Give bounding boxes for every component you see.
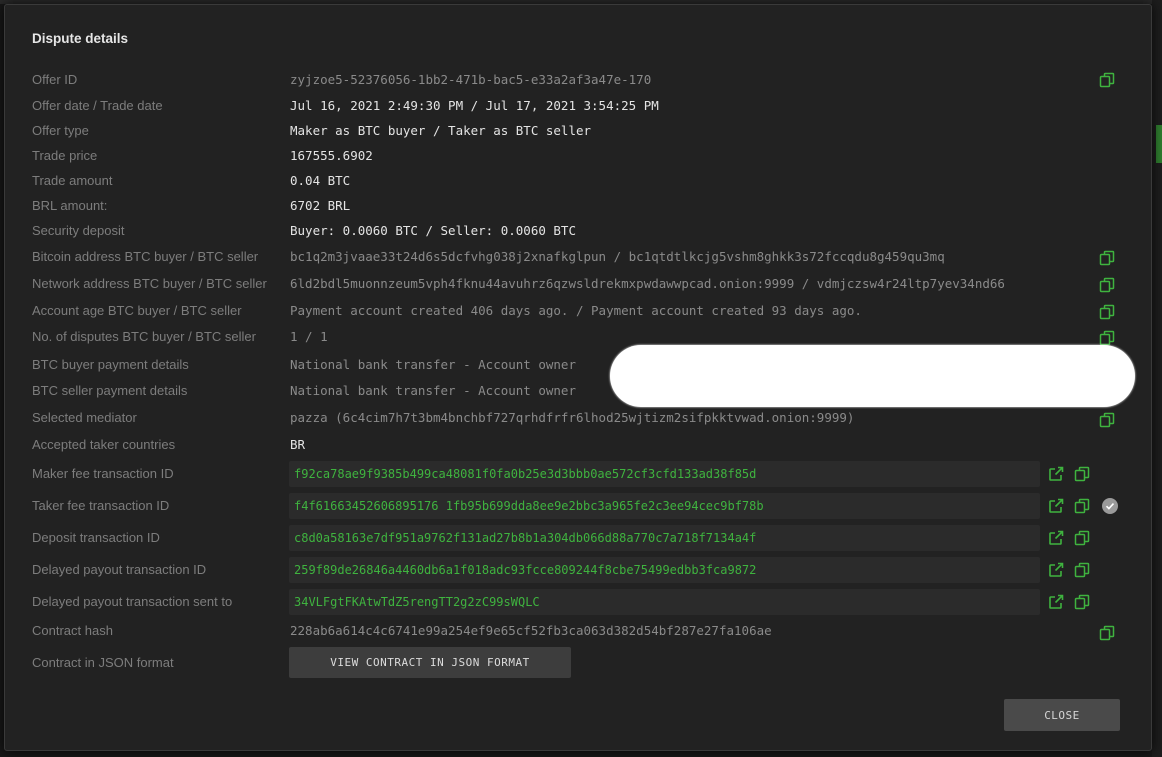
dispute-details-dialog: Dispute details Offer ID zyjzoe5-5237605…	[4, 4, 1152, 751]
value-offer-id: zyjzoe5-52376056-1bb2-471b-bac5-e33a2af3…	[290, 72, 652, 87]
label-seller-payment-details: BTC seller payment details	[32, 383, 188, 398]
copy-icon[interactable]	[1074, 562, 1090, 578]
copy-icon[interactable]	[1074, 530, 1090, 546]
label-security-deposit: Security deposit	[32, 223, 125, 238]
label-account-age: Account age BTC buyer / BTC seller	[32, 303, 242, 318]
row-trade-amount: Trade amount 0.04 BTC	[5, 168, 1151, 194]
row-taker-fee-tx: Taker fee transaction ID f4f616634526068…	[5, 493, 1151, 519]
row-trade-price: Trade price 167555.6902	[5, 143, 1151, 169]
copy-icon[interactable]	[1099, 330, 1115, 346]
copy-icon[interactable]	[1074, 594, 1090, 610]
value-offer-trade-date: Jul 16, 2021 2:49:30 PM / Jul 17, 2021 3…	[290, 98, 659, 113]
value-accepted-taker-countries: BR	[290, 437, 306, 452]
background-green-accent	[1156, 125, 1162, 163]
value-trade-amount: 0.04 BTC	[290, 173, 351, 188]
external-link-icon[interactable]	[1048, 562, 1064, 578]
label-taker-fee-tx: Taker fee transaction ID	[32, 498, 170, 513]
label-contract-hash: Contract hash	[32, 623, 113, 638]
value-offer-type: Maker as BTC buyer / Taker as BTC seller	[290, 123, 592, 138]
value-trade-price: 167555.6902	[290, 148, 373, 163]
dialog-title: Dispute details	[32, 31, 129, 46]
copy-icon[interactable]	[1074, 498, 1090, 514]
external-link-icon[interactable]	[1048, 594, 1064, 610]
label-selected-mediator: Selected mediator	[32, 410, 137, 425]
row-contract-json: Contract in JSON format	[5, 650, 1151, 676]
maker-fee-tx-field[interactable]: f92ca78ae9f9385b499ca48081f0fa0b25e3d3bb…	[289, 461, 1040, 487]
row-bitcoin-address: Bitcoin address BTC buyer / BTC seller b…	[5, 244, 1151, 270]
row-delayed-payout-sent-to: Delayed payout transaction sent to 34VLF…	[5, 589, 1151, 615]
view-contract-json-button[interactable]: VIEW CONTRACT IN JSON FORMAT	[289, 647, 571, 678]
copy-icon[interactable]	[1099, 304, 1115, 320]
copy-icon[interactable]	[1099, 625, 1115, 641]
row-contract-hash: Contract hash 228ab6a614c4c6741e99a254ef…	[5, 618, 1151, 644]
label-offer-id: Offer ID	[32, 72, 78, 87]
label-offer-type: Offer type	[32, 123, 89, 138]
copy-icon[interactable]	[1099, 277, 1115, 293]
label-bitcoin-address: Bitcoin address BTC buyer / BTC seller	[32, 249, 259, 264]
external-link-icon[interactable]	[1048, 498, 1064, 514]
row-network-address: Network address BTC buyer / BTC seller 6…	[5, 271, 1151, 297]
row-account-age: Account age BTC buyer / BTC seller Payme…	[5, 298, 1151, 324]
deposit-tx-field[interactable]: c8d0a58163e7df951a9762f131ad27b8b1a304db…	[289, 525, 1040, 551]
confirmed-check-icon	[1102, 498, 1118, 514]
label-delayed-payout-sent-to: Delayed payout transaction sent to	[32, 594, 233, 609]
value-contract-hash: 228ab6a614c4c6741e99a254ef9e65cf52fb3ca0…	[290, 623, 772, 638]
label-delayed-payout-tx: Delayed payout transaction ID	[32, 562, 207, 577]
copy-icon[interactable]	[1099, 72, 1115, 88]
row-offer-trade-date: Offer date / Trade date Jul 16, 2021 2:4…	[5, 93, 1151, 119]
background-right	[1152, 0, 1162, 757]
label-brl-amount: BRL amount:	[32, 198, 108, 213]
deposit-tx-value: c8d0a58163e7df951a9762f131ad27b8b1a304db…	[294, 531, 757, 545]
label-accepted-taker-countries: Accepted taker countries	[32, 437, 176, 452]
value-security-deposit: Buyer: 0.0060 BTC / Seller: 0.0060 BTC	[290, 223, 576, 238]
row-security-deposit: Security deposit Buyer: 0.0060 BTC / Sel…	[5, 218, 1151, 244]
redaction-overlay	[610, 345, 1135, 407]
label-buyer-payment-details: BTC buyer payment details	[32, 357, 189, 372]
row-offer-id: Offer ID zyjzoe5-52376056-1bb2-471b-bac5…	[5, 67, 1151, 93]
taker-fee-tx-field[interactable]: f4f61663452606895176 1fb95b699dda8ee9e2b…	[289, 493, 1040, 519]
row-brl-amount: BRL amount: 6702 BRL	[5, 193, 1151, 219]
row-maker-fee-tx: Maker fee transaction ID f92ca78ae9f9385…	[5, 461, 1151, 487]
delayed-payout-sent-to-field[interactable]: 34VLFgtFKAtwTdZ5rengTT2g2zC99sWQLC	[289, 589, 1040, 615]
value-selected-mediator: pazza (6c4cim7h7t3bm4bnchbf727qrhdfrfr6l…	[290, 410, 855, 425]
value-network-address: 6ld2bdl5muonnzeum5vph4fknu44avuhrz6qzwsl…	[290, 276, 1005, 291]
label-trade-amount: Trade amount	[32, 173, 113, 188]
row-delayed-payout-tx: Delayed payout transaction ID 259f89de26…	[5, 557, 1151, 583]
value-number-of-disputes: 1 / 1	[290, 329, 328, 344]
taker-fee-tx-value: f4f61663452606895176 1fb95b699dda8ee9e2b…	[294, 499, 764, 513]
delayed-payout-tx-field[interactable]: 259f89de26846a4460db6a1f018adc93fcce8092…	[289, 557, 1040, 583]
value-buyer-payment-details: National bank transfer - Account owner	[290, 357, 576, 372]
value-seller-payment-details: National bank transfer - Account owner	[290, 383, 576, 398]
label-trade-price: Trade price	[32, 148, 98, 163]
delayed-payout-tx-value: 259f89de26846a4460db6a1f018adc93fcce8092…	[294, 563, 757, 577]
delayed-payout-sent-to-value: 34VLFgtFKAtwTdZ5rengTT2g2zC99sWQLC	[294, 595, 540, 609]
copy-icon[interactable]	[1074, 466, 1090, 482]
label-deposit-tx: Deposit transaction ID	[32, 530, 160, 545]
row-deposit-tx: Deposit transaction ID c8d0a58163e7df951…	[5, 525, 1151, 551]
maker-fee-tx-value: f92ca78ae9f9385b499ca48081f0fa0b25e3d3bb…	[294, 467, 757, 481]
row-accepted-taker-countries: Accepted taker countries BR	[5, 432, 1151, 458]
value-brl-amount: 6702 BRL	[290, 198, 351, 213]
row-offer-type: Offer type Maker as BTC buyer / Taker as…	[5, 118, 1151, 144]
external-link-icon[interactable]	[1048, 530, 1064, 546]
label-offer-trade-date: Offer date / Trade date	[32, 98, 163, 113]
label-contract-json: Contract in JSON format	[32, 655, 174, 670]
close-button[interactable]: CLOSE	[1004, 699, 1120, 731]
label-maker-fee-tx: Maker fee transaction ID	[32, 466, 174, 481]
copy-icon[interactable]	[1099, 250, 1115, 266]
label-number-of-disputes: No. of disputes BTC buyer / BTC seller	[32, 329, 256, 344]
row-selected-mediator: Selected mediator pazza (6c4cim7h7t3bm4b…	[5, 405, 1151, 431]
label-network-address: Network address BTC buyer / BTC seller	[32, 276, 267, 291]
external-link-icon[interactable]	[1048, 466, 1064, 482]
value-bitcoin-address: bc1q2m3jvaae33t24d6s5dcfvhg038j2xnafkglp…	[290, 249, 945, 264]
copy-icon[interactable]	[1099, 412, 1115, 428]
value-account-age: Payment account created 406 days ago. / …	[290, 303, 862, 318]
